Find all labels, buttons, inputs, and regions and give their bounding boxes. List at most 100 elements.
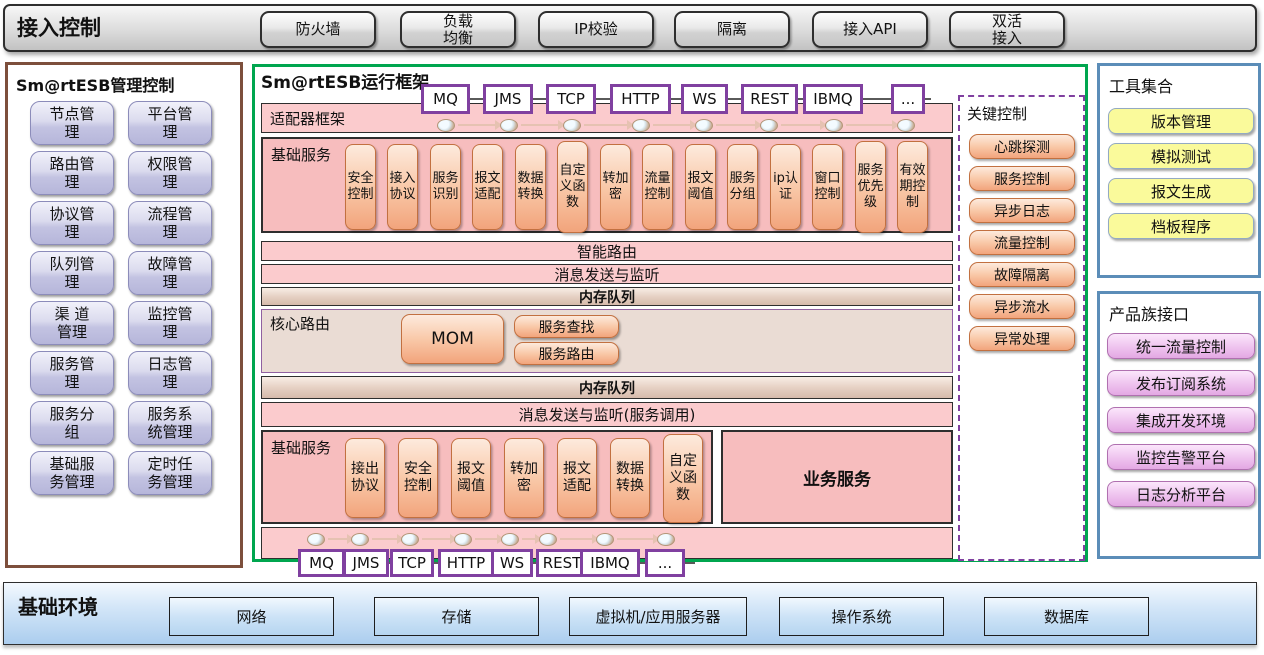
flow-arrow-icon: [560, 538, 593, 540]
key-control-item: 故障隔离: [969, 262, 1075, 287]
access-control-bar: 接入控制 防火墙 负载 均衡 IP校验 隔离 接入API 双活 接入: [3, 4, 1257, 52]
env-item-os: 操作系统: [779, 597, 944, 636]
protocol-box-bottom-more: ...: [645, 549, 685, 577]
service-item: 报文阈值: [451, 438, 491, 518]
mgmt-item: 故障管理: [128, 251, 212, 295]
protocol-box-top: JMS: [483, 84, 533, 114]
protocol-box-top-more: ...: [891, 84, 925, 114]
mgmt-item: 监控管理: [128, 301, 212, 345]
flow-arrow-icon: [781, 124, 821, 126]
connector-bead: [401, 533, 419, 546]
protocol-box-top: REST: [741, 84, 798, 114]
base-environment-title: 基础环境: [18, 591, 98, 620]
mgmt-item: 渠 道管理: [30, 301, 114, 345]
mgmt-item: 路由管理: [30, 151, 114, 195]
protocol-box-bottom: TCP: [390, 549, 434, 577]
key-control-item: 心跳探测: [969, 134, 1075, 159]
service-item: 报文适配: [472, 144, 503, 230]
tools-title: 工具集合: [1109, 73, 1173, 97]
tool-item: 档板程序: [1108, 213, 1254, 239]
protocol-box-bottom: IBMQ: [580, 549, 640, 577]
service-item: 数据转换: [610, 438, 650, 518]
service-item: 安全控制: [345, 144, 376, 230]
runtime-framework: Sm@rtESB运行框架 MQ JMS TCP HTTP WS REST IBM…: [252, 64, 1088, 562]
connector-bead: [351, 533, 369, 546]
env-item-storage: 存储: [374, 597, 539, 636]
base-environment-bar: 基础环境 网络 存储 虚拟机/应用服务器 操作系统 数据库: [3, 582, 1257, 645]
flow-arrow-icon: [617, 538, 654, 540]
management-panel-title: Sm@rtESB管理控制: [16, 72, 174, 96]
connector-bead: [632, 119, 650, 132]
service-item: 自定义函数: [557, 141, 588, 233]
flow-arrow-icon: [653, 124, 691, 126]
management-control-panel: Sm@rtESB管理控制 节点管理 平台管理 路由管理 权限管理 协议管理 流程…: [5, 62, 243, 568]
protocol-box-bottom: HTTP: [438, 549, 494, 577]
access-item-access-api: 接入API: [812, 11, 928, 48]
mgmt-item: 服务系统管理: [128, 401, 212, 445]
connector-bead: [657, 533, 675, 546]
flow-arrow-icon: [521, 124, 559, 126]
key-control-item: 服务控制: [969, 166, 1075, 191]
env-item-database: 数据库: [984, 597, 1149, 636]
tool-item: 模拟测试: [1108, 143, 1254, 169]
service-item: 服务优先级: [855, 141, 886, 233]
product-item: 发布订阅系统: [1107, 370, 1255, 396]
protocol-box-top: TCP: [546, 84, 596, 114]
connector-bead: [596, 533, 614, 546]
connector-bead: [454, 533, 472, 546]
message-listen-band: 消息发送与监听: [261, 264, 953, 284]
service-routing-box: 服务路由: [514, 342, 619, 365]
flow-arrow-icon: [372, 538, 398, 540]
flow-arrow-icon: [475, 538, 498, 540]
basic-services-bottom-label: 基础服务: [271, 437, 331, 458]
access-item-load-balance: 负载 均衡: [400, 11, 516, 48]
flow-arrow-icon: [716, 124, 756, 126]
tools-panel: 工具集合 版本管理 模拟测试 报文生成 档板程序: [1097, 63, 1261, 278]
protocol-box-bottom: MQ: [298, 549, 345, 577]
access-control-title: 接入控制: [17, 6, 101, 50]
product-family-title: 产品族接口: [1109, 301, 1189, 325]
key-control-item: 流量控制: [969, 230, 1075, 255]
esb-architecture-diagram: 接入控制 防火墙 负载 均衡 IP校验 隔离 接入API 双活 接入 Sm@rt…: [0, 0, 1264, 655]
mgmt-item: 流程管理: [128, 201, 212, 245]
service-item: 有效期控制: [897, 141, 928, 233]
access-item-ip-check: IP校验: [538, 11, 654, 48]
mgmt-item: 队列管理: [30, 251, 114, 295]
protocol-box-top: WS: [681, 84, 728, 114]
connector-bead: [563, 119, 581, 132]
access-item-dual-active: 双活 接入: [949, 11, 1065, 48]
key-control-panel: 关键控制 心跳探测 服务控制 异步日志 流量控制 故障隔离 异步流水 异常处理: [958, 95, 1085, 561]
env-item-network: 网络: [169, 597, 334, 636]
mgmt-item: 权限管理: [128, 151, 212, 195]
product-item: 日志分析平台: [1107, 481, 1255, 507]
memory-queue-band: 内存队列: [261, 287, 953, 306]
connector-bead: [539, 533, 557, 546]
flow-arrow-icon: [328, 538, 348, 540]
connector-bead: [501, 533, 519, 546]
connector-bead: [897, 119, 915, 132]
service-item: 服务分组: [727, 144, 758, 230]
protocol-box-bottom: JMS: [343, 549, 389, 577]
mgmt-item: 日志管理: [128, 351, 212, 395]
business-service-box: 业务服务: [721, 430, 953, 524]
service-item: 自定义函数: [663, 434, 703, 523]
product-family-panel: 产品族接口 统一流量控制 发布订阅系统 集成开发环境 监控告警平台 日志分析平台: [1097, 291, 1261, 559]
service-item: 数据转换: [515, 144, 546, 230]
mgmt-item: 协议管理: [30, 201, 114, 245]
basic-services-bottom-section: 基础服务 接出协议 安全控制 报文阈值 转加密 报文适配 数据转换 自定义函数: [261, 430, 713, 524]
service-item: 报文阈值: [685, 144, 716, 230]
flow-arrow-icon: [846, 124, 893, 126]
flow-arrow-icon: [458, 124, 496, 126]
env-item-vm-appserver: 虚拟机/应用服务器: [569, 597, 747, 636]
mgmt-item: 定时任务管理: [128, 451, 212, 495]
key-control-item: 异步流水: [969, 294, 1075, 319]
protocol-box-top: HTTP: [610, 84, 671, 114]
connector-bead: [307, 533, 325, 546]
mgmt-item: 服务分组: [30, 401, 114, 445]
tool-item: 版本管理: [1108, 108, 1254, 134]
basic-services-top-label: 基础服务: [271, 144, 331, 165]
protocol-box-bottom: WS: [491, 549, 533, 577]
core-routing-label: 核心路由: [270, 313, 330, 334]
service-item: 窗口控制: [812, 144, 843, 230]
mgmt-item: 平台管理: [128, 101, 212, 145]
